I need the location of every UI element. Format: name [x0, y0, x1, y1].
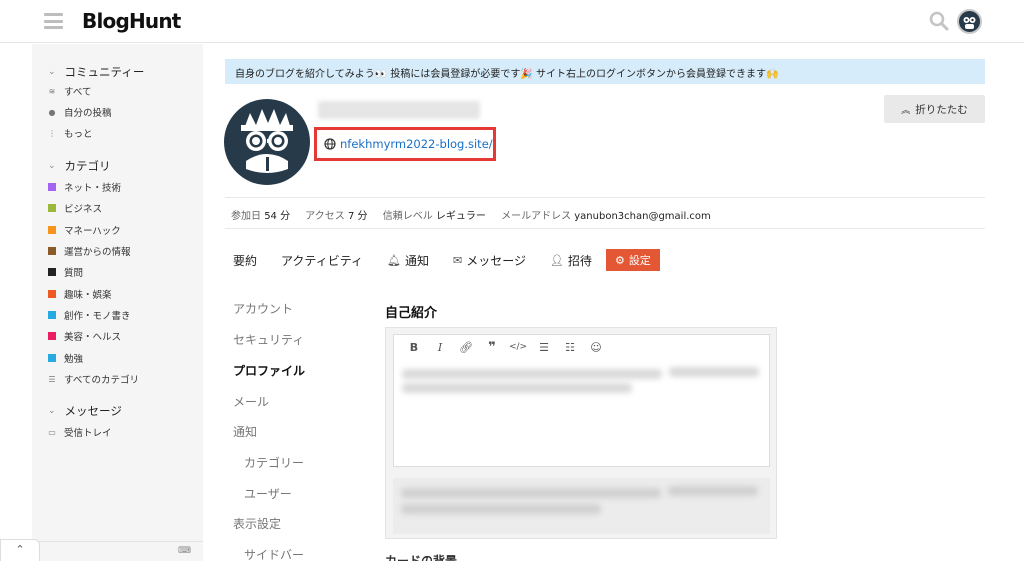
redacted-text: [401, 488, 661, 498]
settings-nav-email[interactable]: メール: [233, 393, 269, 410]
sidebar-footer: ⌨: [32, 541, 203, 561]
sidebar-item-all[interactable]: ≋ すべて: [48, 84, 92, 99]
tab-summary[interactable]: 要約: [233, 252, 257, 269]
bold-icon[interactable]: B: [403, 341, 425, 354]
sidebar-item-category[interactable]: 運営からの情報: [48, 244, 131, 258]
category-color-swatch: [48, 204, 56, 212]
bio-editor-container: B I 🔗︎ ❞ </> ☰ ☷ ☺: [385, 327, 777, 539]
sidebar-item-more[interactable]: ⋮ もっと: [48, 126, 93, 141]
sidebar-item-category[interactable]: ネット・技術: [48, 180, 121, 194]
category-color-swatch: [48, 183, 56, 191]
sidebar-item-category[interactable]: 趣味・娯楽: [48, 287, 112, 301]
next-section-title: カードの背景: [385, 554, 458, 561]
chevron-up-icon[interactable]: ⌃: [0, 539, 40, 561]
settings-nav-notifications[interactable]: 通知: [233, 423, 257, 440]
sidebar-item-category[interactable]: ビジネス: [48, 201, 102, 215]
sidebar-item-all-categories[interactable]: ☰ すべてのカテゴリ: [48, 372, 139, 387]
sidebar-item-my-posts[interactable]: ● 自分の投稿: [48, 105, 112, 120]
website-url-link[interactable]: nfekhmyrm2022-blog.site/: [340, 137, 493, 151]
chevron-down-icon: ⌄: [48, 406, 56, 416]
profile-tabs: 要約 アクティビティ 🔔︎ 通知 ✉ メッセージ 👤︎ 招待 ⚙ 設定: [233, 249, 684, 271]
bell-icon: 🔔︎: [386, 253, 401, 267]
search-icon[interactable]: [929, 11, 949, 31]
category-color-swatch: [48, 247, 56, 255]
category-color-swatch: [48, 290, 56, 298]
bio-section-title: 自己紹介: [385, 306, 438, 321]
bio-textarea[interactable]: [393, 359, 770, 467]
user-icon: ●: [48, 107, 56, 117]
chevron-down-icon: ⌄: [48, 161, 56, 171]
inbox-icon: ▭: [48, 427, 56, 437]
divider: [225, 228, 985, 229]
category-color-swatch: [48, 226, 56, 234]
code-icon[interactable]: </>: [507, 342, 529, 352]
redacted-text: [401, 504, 601, 514]
redacted-text: [402, 369, 662, 379]
settings-nav-profile[interactable]: プロファイル: [233, 362, 305, 379]
sidebar-item-category[interactable]: 質問: [48, 265, 83, 279]
redacted-text: [402, 383, 632, 393]
user-plus-icon: 👤︎: [549, 253, 564, 267]
settings-nav-categories[interactable]: カテゴリー: [244, 454, 304, 471]
sidebar-item-category[interactable]: 勉強: [48, 351, 83, 365]
sidebar-section-category[interactable]: ⌄ カテゴリ: [48, 158, 111, 174]
bullet-list-icon[interactable]: ☰: [533, 341, 555, 354]
profile-name-redacted: [318, 101, 480, 119]
tab-messages[interactable]: ✉ メッセージ: [453, 252, 526, 269]
announcement-banner: 自身のブログを紹介してみよう👀 投稿には会員登録が必要です🎉 サイト右上のログイ…: [225, 59, 985, 84]
keyboard-icon[interactable]: ⌨: [178, 546, 191, 556]
settings-nav-sidebar[interactable]: サイドバー: [244, 546, 304, 561]
tab-activity[interactable]: アクティビティ: [281, 252, 363, 269]
layers-icon: ≋: [48, 86, 56, 96]
redacted-text: [669, 367, 759, 377]
chevrons-up-icon: ︽: [901, 105, 911, 116]
tab-invites[interactable]: 👤︎ 招待: [550, 252, 592, 269]
envelope-icon: ✉: [452, 253, 463, 267]
category-color-swatch: [48, 354, 56, 362]
list-icon: ☰: [48, 374, 56, 384]
editor-toolbar: B I 🔗︎ ❞ </> ☰ ☷ ☺: [393, 334, 770, 360]
settings-nav-security[interactable]: セキュリティ: [233, 331, 304, 348]
profile-avatar: [224, 99, 310, 185]
more-vertical-icon: ⋮: [48, 128, 56, 138]
redacted-text: [668, 486, 758, 496]
user-avatar[interactable]: [957, 9, 982, 34]
category-color-swatch: [48, 332, 56, 340]
profile-stats: 参加日 54 分 アクセス 7 分 信頼レベル レギュラー メールアドレス ya…: [231, 211, 711, 222]
chevron-down-icon: ⌄: [48, 67, 56, 77]
top-header: BlogHunt: [0, 0, 1024, 43]
settings-nav-users[interactable]: ユーザー: [244, 485, 292, 502]
italic-icon[interactable]: I: [429, 341, 451, 354]
gear-icon: ⚙: [614, 253, 625, 267]
category-color-swatch: [48, 311, 56, 319]
collapse-button[interactable]: ︽ 折りたたむ: [884, 95, 985, 123]
settings-nav-interface[interactable]: 表示設定: [233, 515, 281, 532]
globe-icon: [324, 138, 336, 150]
profile-website-link[interactable]: nfekhmyrm2022-blog.site/: [314, 127, 496, 161]
bio-preview: [393, 478, 770, 534]
settings-nav-account[interactable]: アカウント: [233, 300, 293, 317]
numbered-list-icon[interactable]: ☷: [559, 341, 581, 354]
sidebar: ⌄ コミュニティー ≋ すべて ● 自分の投稿 ⋮ もっと ⌄ カテゴリ ネット…: [32, 44, 203, 561]
sidebar-item-category[interactable]: 美容・ヘルス: [48, 329, 121, 343]
divider: [225, 197, 985, 198]
sidebar-section-community[interactable]: ⌄ コミュニティー: [48, 64, 144, 80]
site-logo[interactable]: BlogHunt: [82, 9, 181, 33]
tab-settings[interactable]: ⚙ 設定: [605, 249, 660, 271]
sidebar-item-category[interactable]: マネーハック: [48, 223, 121, 237]
hamburger-menu-icon[interactable]: [44, 13, 63, 29]
link-icon[interactable]: 🔗︎: [455, 341, 477, 354]
emoji-icon[interactable]: ☺: [585, 341, 607, 354]
category-color-swatch: [48, 268, 56, 276]
quote-icon[interactable]: ❞: [481, 340, 503, 355]
sidebar-section-messages[interactable]: ⌄ メッセージ: [48, 403, 122, 419]
sidebar-item-category[interactable]: 創作・モノ書き: [48, 308, 131, 322]
tab-notifications[interactable]: 🔔︎ 通知: [387, 252, 429, 269]
sidebar-item-inbox[interactable]: ▭ 受信トレイ: [48, 425, 111, 440]
